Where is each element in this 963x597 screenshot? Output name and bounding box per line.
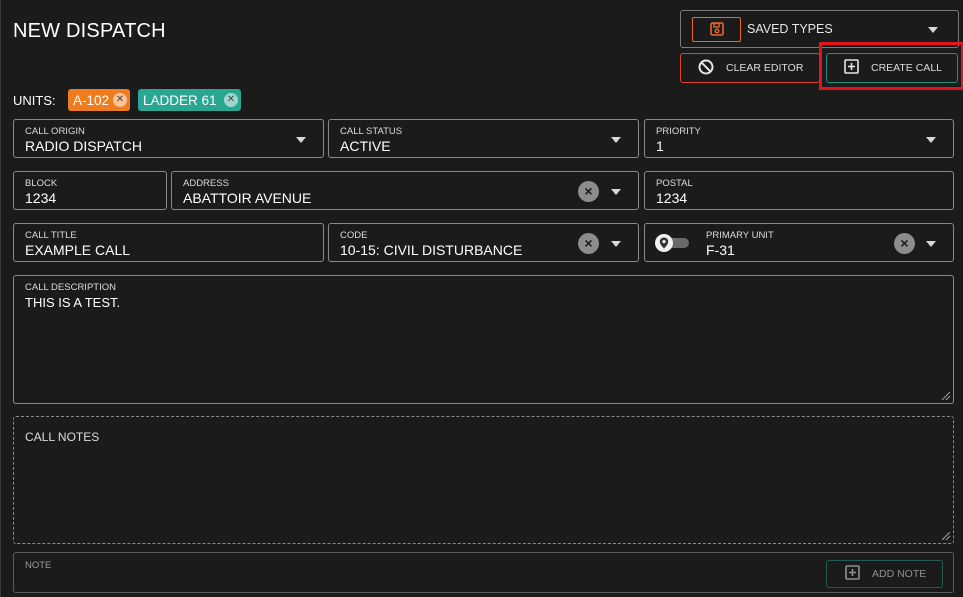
call-title-label: CALL TITLE xyxy=(25,230,77,241)
chevron-down-icon[interactable] xyxy=(926,241,936,247)
priority-select[interactable]: PRIORITY 1 xyxy=(644,119,954,158)
call-status-label: CALL STATUS xyxy=(340,126,403,137)
call-notes-label: CALL NOTES xyxy=(25,430,100,444)
call-origin-label: CALL ORIGIN xyxy=(25,126,85,137)
dispatch-panel: NEW DISPATCH SAVED TYPES CLEAR EDITOR CR… xyxy=(0,0,963,597)
chevron-down-icon[interactable] xyxy=(611,189,621,195)
clear-editor-button[interactable]: CLEAR EDITOR xyxy=(680,53,820,83)
address-label: ADDRESS xyxy=(183,178,229,189)
note-label: NOTE xyxy=(25,560,52,571)
primary-unit-label: PRIMARY UNIT xyxy=(706,230,774,241)
clear-icon[interactable]: × xyxy=(578,233,599,254)
code-select[interactable]: CODE 10-15: CIVIL DISTURBANCE × xyxy=(328,223,639,262)
call-status-value: ACTIVE xyxy=(340,138,391,154)
chevron-down-icon[interactable] xyxy=(296,137,306,143)
add-box-icon xyxy=(844,59,859,77)
note-input[interactable]: NOTE xyxy=(13,552,954,593)
save-icon xyxy=(692,16,741,42)
saved-types-dropdown[interactable]: SAVED TYPES xyxy=(680,10,959,48)
chevron-down-icon[interactable] xyxy=(611,137,621,143)
chevron-down-icon[interactable] xyxy=(926,137,936,143)
block-label: BLOCK xyxy=(25,178,58,189)
chevron-down-icon xyxy=(928,27,938,33)
priority-value: 1 xyxy=(656,138,664,154)
call-description-textarea[interactable]: CALL DESCRIPTION THIS IS A TEST. xyxy=(13,275,954,404)
add-box-icon xyxy=(845,565,860,583)
block-value: 1234 xyxy=(25,190,57,206)
saved-types-label: SAVED TYPES xyxy=(747,22,833,36)
call-notes-area[interactable]: CALL NOTES xyxy=(13,416,954,544)
call-title-field[interactable]: CALL TITLE EXAMPLE CALL xyxy=(13,223,324,262)
add-note-button[interactable]: ADD NOTE xyxy=(826,560,943,588)
call-origin-select[interactable]: CALL ORIGIN RADIO DISPATCH xyxy=(13,119,324,158)
page-title: NEW DISPATCH xyxy=(13,20,166,42)
address-select[interactable]: ADDRESS ABATTOIR AVENUE × xyxy=(171,171,639,210)
resize-handle[interactable] xyxy=(942,532,950,540)
location-toggle[interactable] xyxy=(655,234,689,252)
code-value: 10-15: CIVIL DISTURBANCE xyxy=(340,242,523,258)
primary-unit-value: F-31 xyxy=(706,242,735,258)
add-note-label: ADD NOTE xyxy=(872,568,927,580)
postal-field[interactable]: POSTAL 1234 xyxy=(644,171,954,210)
unit-chip-label: A-102 xyxy=(73,92,110,108)
code-label: CODE xyxy=(340,230,368,241)
postal-value: 1234 xyxy=(656,190,688,206)
call-status-select[interactable]: CALL STATUS ACTIVE xyxy=(328,119,639,158)
map-pin-icon xyxy=(655,234,673,252)
call-origin-value: RADIO DISPATCH xyxy=(25,138,142,154)
units-label: UNITS: xyxy=(13,93,56,108)
remove-chip-icon[interactable]: ✕ xyxy=(224,93,238,107)
unit-chip-label: LADDER 61 xyxy=(143,92,217,108)
create-call-label: CREATE CALL xyxy=(871,62,942,74)
address-value: ABATTOIR AVENUE xyxy=(183,190,312,206)
resize-handle[interactable] xyxy=(942,392,950,400)
chevron-down-icon[interactable] xyxy=(611,241,621,247)
clear-icon[interactable]: × xyxy=(578,181,599,202)
call-title-value: EXAMPLE CALL xyxy=(25,242,131,258)
clear-editor-label: CLEAR EDITOR xyxy=(726,62,804,74)
primary-unit-select[interactable]: PRIMARY UNIT F-31 × xyxy=(644,223,954,262)
call-description-value: THIS IS A TEST. xyxy=(25,295,121,310)
unit-chip[interactable]: A-102 ✕ xyxy=(68,89,130,111)
create-call-button[interactable]: CREATE CALL xyxy=(826,53,958,83)
remove-chip-icon[interactable]: ✕ xyxy=(113,93,127,107)
unit-chip[interactable]: LADDER 61 ✕ xyxy=(138,89,241,111)
block-field[interactable]: BLOCK 1234 xyxy=(13,171,167,210)
priority-label: PRIORITY xyxy=(656,126,701,137)
clear-icon[interactable]: × xyxy=(894,233,915,254)
block-icon xyxy=(698,59,714,78)
postal-label: POSTAL xyxy=(656,178,693,189)
call-description-label: CALL DESCRIPTION xyxy=(25,282,116,293)
